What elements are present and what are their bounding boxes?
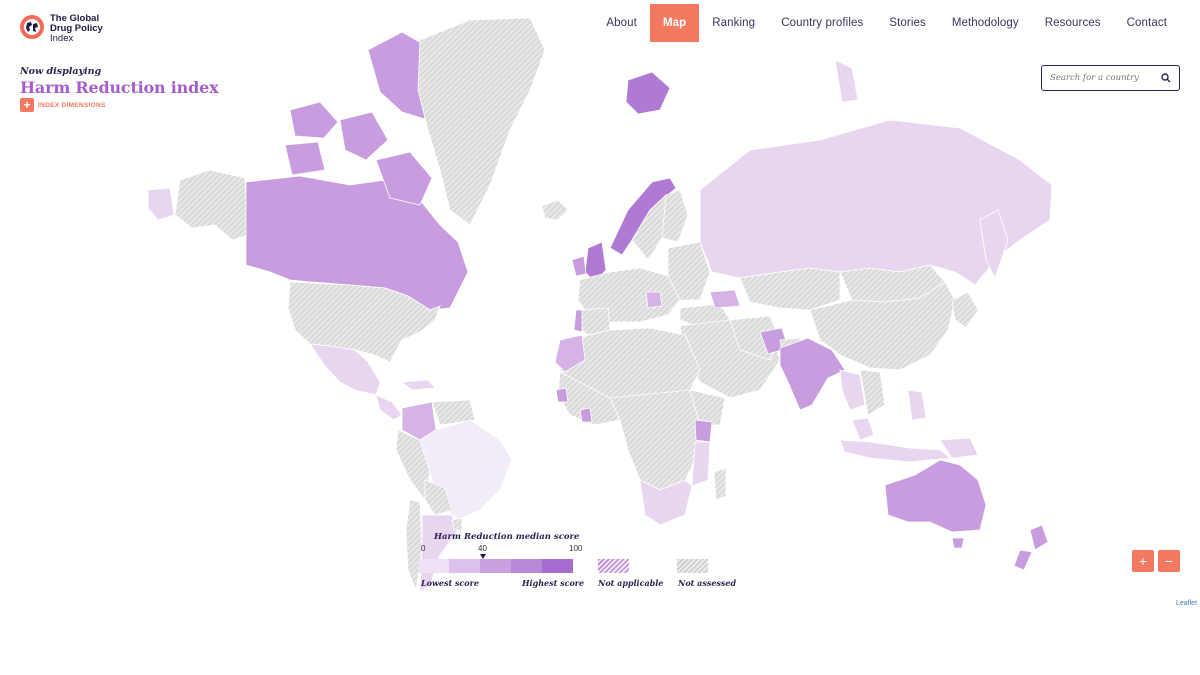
search-icon[interactable] [1161, 73, 1171, 83]
region-iceland[interactable] [541, 199, 569, 221]
region-uruguay[interactable] [451, 517, 463, 531]
now-displaying-label: Now displaying [20, 66, 102, 77]
logo[interactable]: The Global Drug Policy Index [20, 14, 103, 44]
legend-not-assessed-swatch [677, 559, 708, 573]
legend-scale [418, 559, 573, 573]
region-svalbard[interactable] [625, 71, 671, 115]
region-novaya-zemlya[interactable] [834, 59, 859, 103]
region-kenya[interactable] [694, 419, 713, 443]
logo-text: The Global Drug Policy Index [50, 14, 103, 44]
region-greenland[interactable] [417, 17, 546, 226]
region-alaska-west[interactable] [147, 187, 175, 221]
legend-tick-max: 100 [569, 544, 583, 553]
region-portugal[interactable] [573, 309, 583, 333]
map-legend: Harm Reduction median score 0 40 100 Low… [418, 532, 748, 597]
world-map[interactable] [140, 10, 1060, 600]
legend-swatch-2 [449, 559, 480, 573]
region-balkans[interactable] [645, 291, 663, 309]
region-korea-japan[interactable] [951, 291, 979, 329]
region-tasmania[interactable] [951, 537, 965, 549]
legend-not-applicable-swatch [598, 559, 629, 573]
region-central-america[interactable] [375, 394, 403, 421]
region-finland[interactable] [661, 189, 689, 243]
legend-lowest-label: Lowest score [421, 578, 479, 588]
region-canada-arctic-2[interactable] [339, 111, 389, 161]
country-search [1041, 65, 1180, 91]
globe-logo-icon [20, 15, 44, 39]
region-malaysia[interactable] [851, 417, 875, 441]
region-ireland[interactable] [571, 255, 587, 277]
region-indonesia[interactable] [839, 439, 952, 463]
region-madagascar[interactable] [713, 467, 727, 501]
zoom-in-button[interactable]: + [1132, 550, 1154, 572]
legend-title: Harm Reduction median score [434, 532, 580, 542]
plus-icon: + [20, 98, 34, 112]
legend-highest-label: Highest score [522, 578, 585, 588]
legend-tick-median: 40 [478, 544, 487, 553]
search-input[interactable] [1050, 73, 1156, 83]
legend-swatch-1 [418, 559, 449, 573]
legend-swatch-3 [480, 559, 511, 573]
leaflet-attribution-link[interactable]: Leaflet [1176, 600, 1197, 607]
region-senegal[interactable] [555, 387, 569, 403]
legend-swatch-5 [542, 559, 573, 573]
region-philippines[interactable] [907, 389, 927, 421]
legend-not-assessed-label: Not assessed [678, 578, 737, 588]
region-new-zealand[interactable] [1029, 524, 1049, 551]
region-canada-arctic-4[interactable] [284, 141, 326, 176]
region-caribbean[interactable] [400, 379, 436, 391]
index-dimensions-button[interactable]: + INDEX DIMENSIONS [20, 98, 106, 112]
logo-line-3: Index [50, 33, 74, 44]
region-tanzania-mozambique[interactable] [691, 441, 711, 487]
region-australia[interactable] [884, 459, 987, 533]
region-ghana[interactable] [579, 407, 593, 423]
region-alaska[interactable] [174, 169, 249, 241]
region-canada-arctic-1[interactable] [289, 101, 339, 139]
legend-swatch-4 [511, 559, 542, 573]
zoom-out-button[interactable]: − [1158, 550, 1180, 572]
region-indochina[interactable] [859, 369, 886, 416]
legend-tick-min: 0 [421, 544, 426, 553]
legend-not-applicable-label: Not applicable [598, 578, 664, 588]
region-africa-central[interactable] [609, 389, 706, 491]
region-new-zealand-south[interactable] [1013, 549, 1033, 571]
index-dimensions-label: INDEX DIMENSIONS [38, 101, 106, 109]
nav-contact[interactable]: Contact [1114, 4, 1180, 42]
region-caucasus[interactable] [709, 289, 741, 309]
